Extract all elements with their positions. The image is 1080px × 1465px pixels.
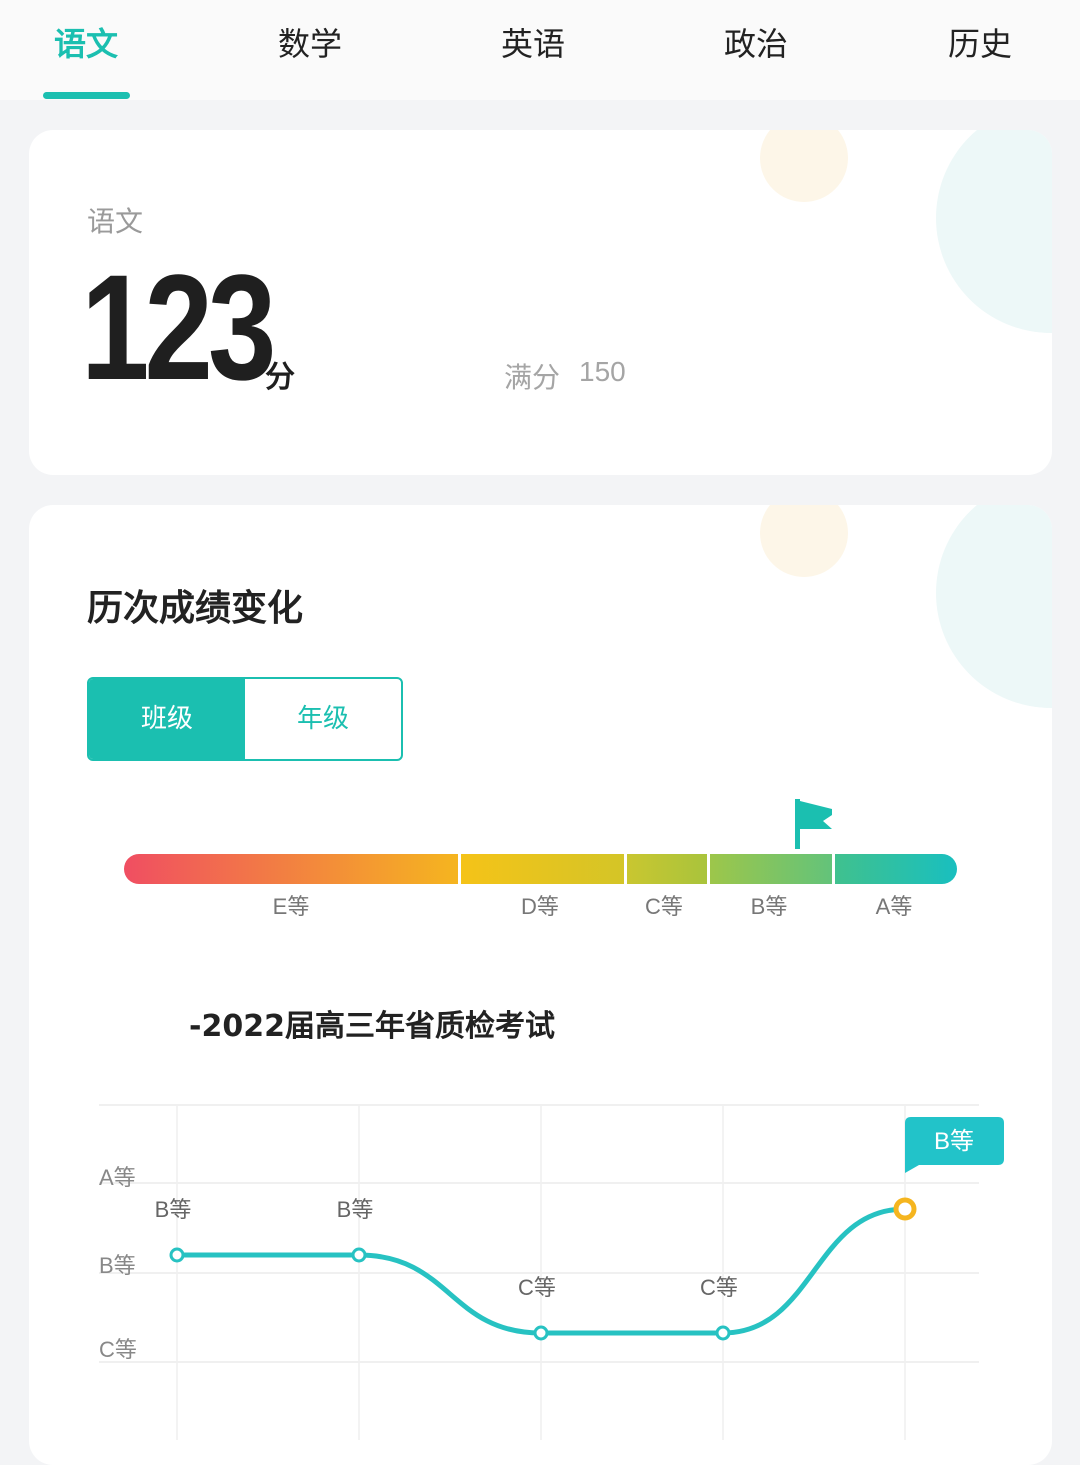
tab-chinese[interactable]: 语文	[50, 20, 122, 68]
grade-label-a: A等	[876, 894, 913, 919]
grade-toggle-button[interactable]: 年级	[245, 679, 401, 759]
callout-label: B等	[934, 1128, 974, 1155]
data-points: B等 B等 C等 C等	[155, 1197, 917, 1341]
decorative-circle	[936, 130, 1052, 333]
current-grade-callout: B等	[905, 1117, 1004, 1173]
section-title: 历次成绩变化	[87, 588, 304, 629]
decorative-circle	[760, 130, 848, 202]
grade-segment-e	[124, 854, 458, 884]
grade-segment-a	[835, 854, 957, 884]
class-toggle-button[interactable]: 班级	[89, 679, 245, 759]
tab-history[interactable]: 历史	[944, 20, 1016, 68]
y-axis-label: C等	[99, 1337, 137, 1362]
grade-label-d: D等	[521, 894, 559, 919]
grade-label-e: E等	[273, 894, 310, 919]
subject-label: 语文	[87, 205, 144, 238]
score-value: 123	[81, 243, 276, 411]
tab-english[interactable]: 英语	[497, 20, 569, 68]
grade-segment-d	[461, 854, 624, 884]
full-score-label: 满分	[504, 361, 561, 394]
data-point[interactable]	[533, 1325, 549, 1341]
data-label: B等	[337, 1197, 374, 1222]
rank-scope-toggle: 班级 年级	[87, 677, 403, 761]
data-label: C等	[700, 1275, 738, 1300]
decorative-circle	[936, 505, 1052, 708]
tab-math[interactable]: 数学	[274, 20, 346, 68]
active-tab-indicator	[43, 92, 130, 99]
score-trend-card: 历次成绩变化 班级 年级 E等 D等 C等 B等 A等 -2022届高三年省质检…	[29, 505, 1052, 1465]
decorative-circle	[760, 505, 848, 577]
grade-segment-c	[627, 854, 707, 884]
y-axis-label: A等	[99, 1165, 136, 1190]
data-point[interactable]	[893, 1197, 917, 1221]
data-point[interactable]	[351, 1247, 367, 1263]
flag-icon	[795, 799, 832, 849]
score-unit: 分	[265, 360, 295, 395]
grade-level-bar: E等 D等 C等 B等 A等	[124, 799, 957, 919]
chart-grid	[99, 1104, 979, 1440]
grade-label-b: B等	[751, 894, 788, 919]
data-point[interactable]	[715, 1325, 731, 1341]
full-score-value: 150	[579, 356, 626, 387]
score-trend-chart: A等 B等 C等 B等 B等 C等 C等 B等	[99, 1104, 1004, 1440]
y-axis-label: B等	[99, 1253, 136, 1278]
data-label: B等	[155, 1197, 192, 1222]
subject-tab-bar: 语文 数学 英语 政治 历史	[0, 0, 1080, 100]
tab-politics[interactable]: 政治	[720, 20, 792, 68]
exam-title: -2022届高三年省质检考试	[189, 1009, 555, 1044]
grade-label-c: C等	[645, 894, 683, 919]
y-axis-labels: A等 B等 C等	[99, 1165, 137, 1362]
data-point[interactable]	[169, 1247, 185, 1263]
grade-segment-b	[710, 854, 832, 884]
data-label: C等	[518, 1275, 556, 1300]
score-card: 语文 123 分 满分 150	[29, 130, 1052, 475]
